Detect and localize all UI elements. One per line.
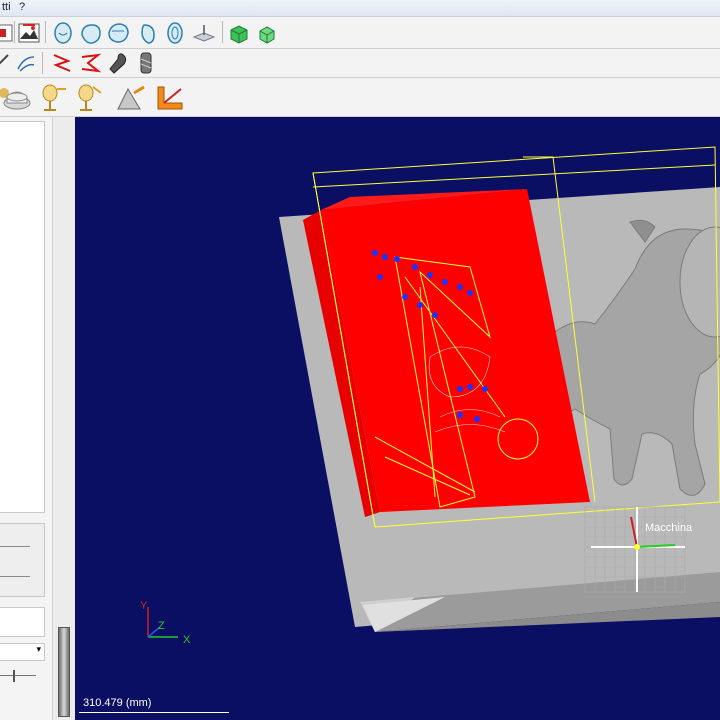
head-right-icon[interactable] <box>136 21 160 45</box>
plane-icon[interactable] <box>192 21 216 45</box>
scale-readout: 310.479 (mm) <box>83 697 152 709</box>
options-group <box>0 523 45 597</box>
green-cube-icon[interactable] <box>227 21 251 45</box>
scene: Macchina Y X Z <box>140 146 720 646</box>
head-iso-icon[interactable] <box>106 21 130 45</box>
chevron-down-icon[interactable]: ▾ <box>36 644 41 655</box>
lamp-icon[interactable] <box>40 83 68 113</box>
menu-item-partial[interactable]: tti <box>2 1 11 13</box>
menu-bar: tti ? <box>0 0 720 17</box>
toolbar-row-3 <box>0 78 720 117</box>
zoom-sidebar <box>52 117 75 720</box>
axis-label-x: X <box>183 634 191 646</box>
menu-item-help[interactable]: ? <box>19 1 25 13</box>
export-image-icon[interactable] <box>17 21 41 45</box>
head-front-icon[interactable] <box>51 21 75 45</box>
path-icon[interactable] <box>0 51 12 75</box>
view-icon[interactable] <box>0 21 14 45</box>
axis-label-y: Y <box>140 600 148 612</box>
toolpath-red-2-icon[interactable] <box>78 51 102 75</box>
cone-icon[interactable] <box>114 83 148 113</box>
cutter-icon[interactable] <box>106 51 130 75</box>
left-panel: ▾ <box>0 117 52 720</box>
zoom-slider[interactable] <box>58 627 70 717</box>
machine-label: Macchina <box>645 522 693 534</box>
lamp-2-icon[interactable] <box>76 83 104 113</box>
3d-viewport[interactable]: Macchina Y X Z 310.479 (mm) <box>75 117 720 720</box>
drill-icon[interactable] <box>134 51 158 75</box>
value-field[interactable] <box>0 607 45 637</box>
tree-panel[interactable] <box>0 121 45 513</box>
slider[interactable] <box>0 670 36 682</box>
path-2-icon[interactable] <box>14 51 38 75</box>
head-left-icon[interactable] <box>78 21 102 45</box>
head-back-icon[interactable] <box>163 21 187 45</box>
scale-bar <box>79 712 229 713</box>
orange-corner-icon[interactable] <box>155 83 185 113</box>
combo-field[interactable]: ▾ <box>0 643 45 661</box>
machine-origin <box>634 544 640 550</box>
toolpath-red-icon[interactable] <box>50 51 74 75</box>
green-cube-small-icon[interactable] <box>255 21 279 45</box>
toolbar-row-2 <box>0 49 720 78</box>
axis-label-z: Z <box>158 620 165 632</box>
toolbar-row-1 <box>0 17 720 49</box>
base-icon[interactable] <box>2 85 32 110</box>
